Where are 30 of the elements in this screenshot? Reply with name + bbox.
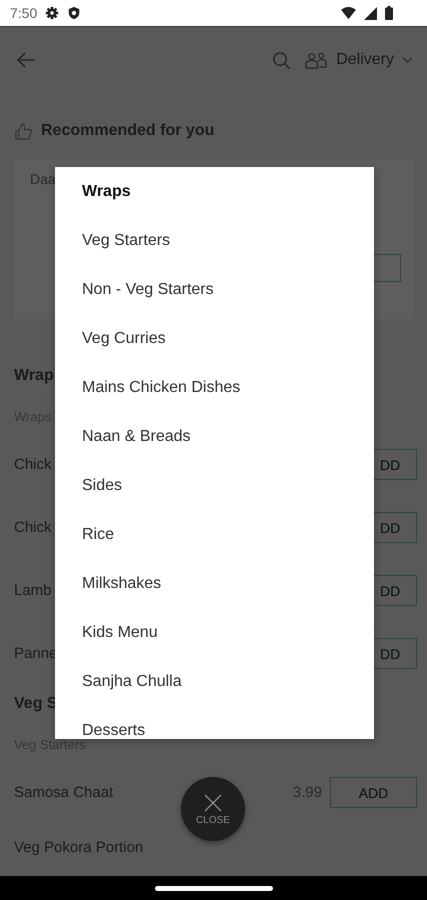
close-button[interactable]: CLOSE [181,777,245,841]
shield-icon [67,6,82,20]
item-name: Samosa Chaat [14,784,114,801]
menu-item[interactable]: Mains Chicken Dishes [82,375,374,424]
gear-icon [45,6,60,20]
item-name: Veg Pokora Portion [14,839,144,856]
menu-item[interactable]: Milkshakes [82,571,374,620]
category-title: Wrap [14,366,54,386]
people-icon [305,50,328,70]
item-name: Lamb [14,582,52,599]
menu-item[interactable]: Sides [82,473,374,522]
menu-item[interactable]: Sanjha Chulla [82,669,374,718]
close-icon [203,792,223,812]
menu-item[interactable]: Rice [82,522,374,571]
item-name: Chick [14,456,52,473]
thumbs-up-icon [14,122,33,140]
signal-icon [364,6,377,20]
menu-item[interactable]: Veg Curries [82,326,374,375]
menu-item[interactable]: Veg Starters [82,228,374,277]
menu-item[interactable]: Kids Menu [82,620,374,669]
menu-item[interactable]: Non - Veg Starters [82,277,374,326]
wifi-icon [341,6,356,20]
clock-time: 7:50 [10,5,38,21]
item-name: Chick [14,519,52,536]
menu-item[interactable]: Naan & Breads [82,424,374,473]
home-handle[interactable] [154,886,272,890]
menu-item[interactable]: Wraps [82,179,374,228]
chevron-down-icon [402,56,413,64]
section-title: Recommended for you [41,122,214,140]
battery-icon [385,6,393,20]
